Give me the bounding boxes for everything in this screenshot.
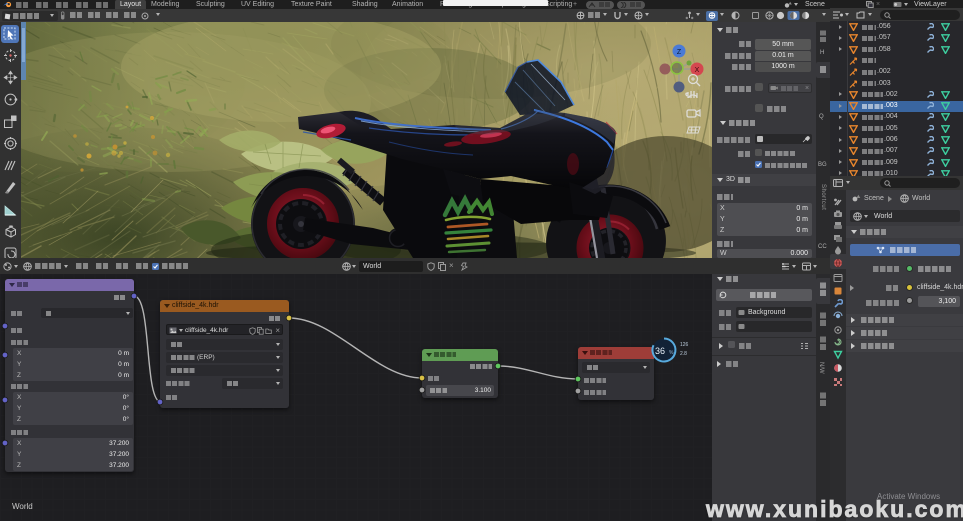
svg-text:%: %	[669, 350, 674, 356]
svg-text:36: 36	[655, 346, 665, 356]
svg-text:2.8: 2.8	[680, 351, 687, 357]
svg-text:Z: Z	[677, 49, 682, 56]
svg-text:X: X	[695, 67, 700, 74]
svg-text:126: 126	[680, 342, 689, 348]
